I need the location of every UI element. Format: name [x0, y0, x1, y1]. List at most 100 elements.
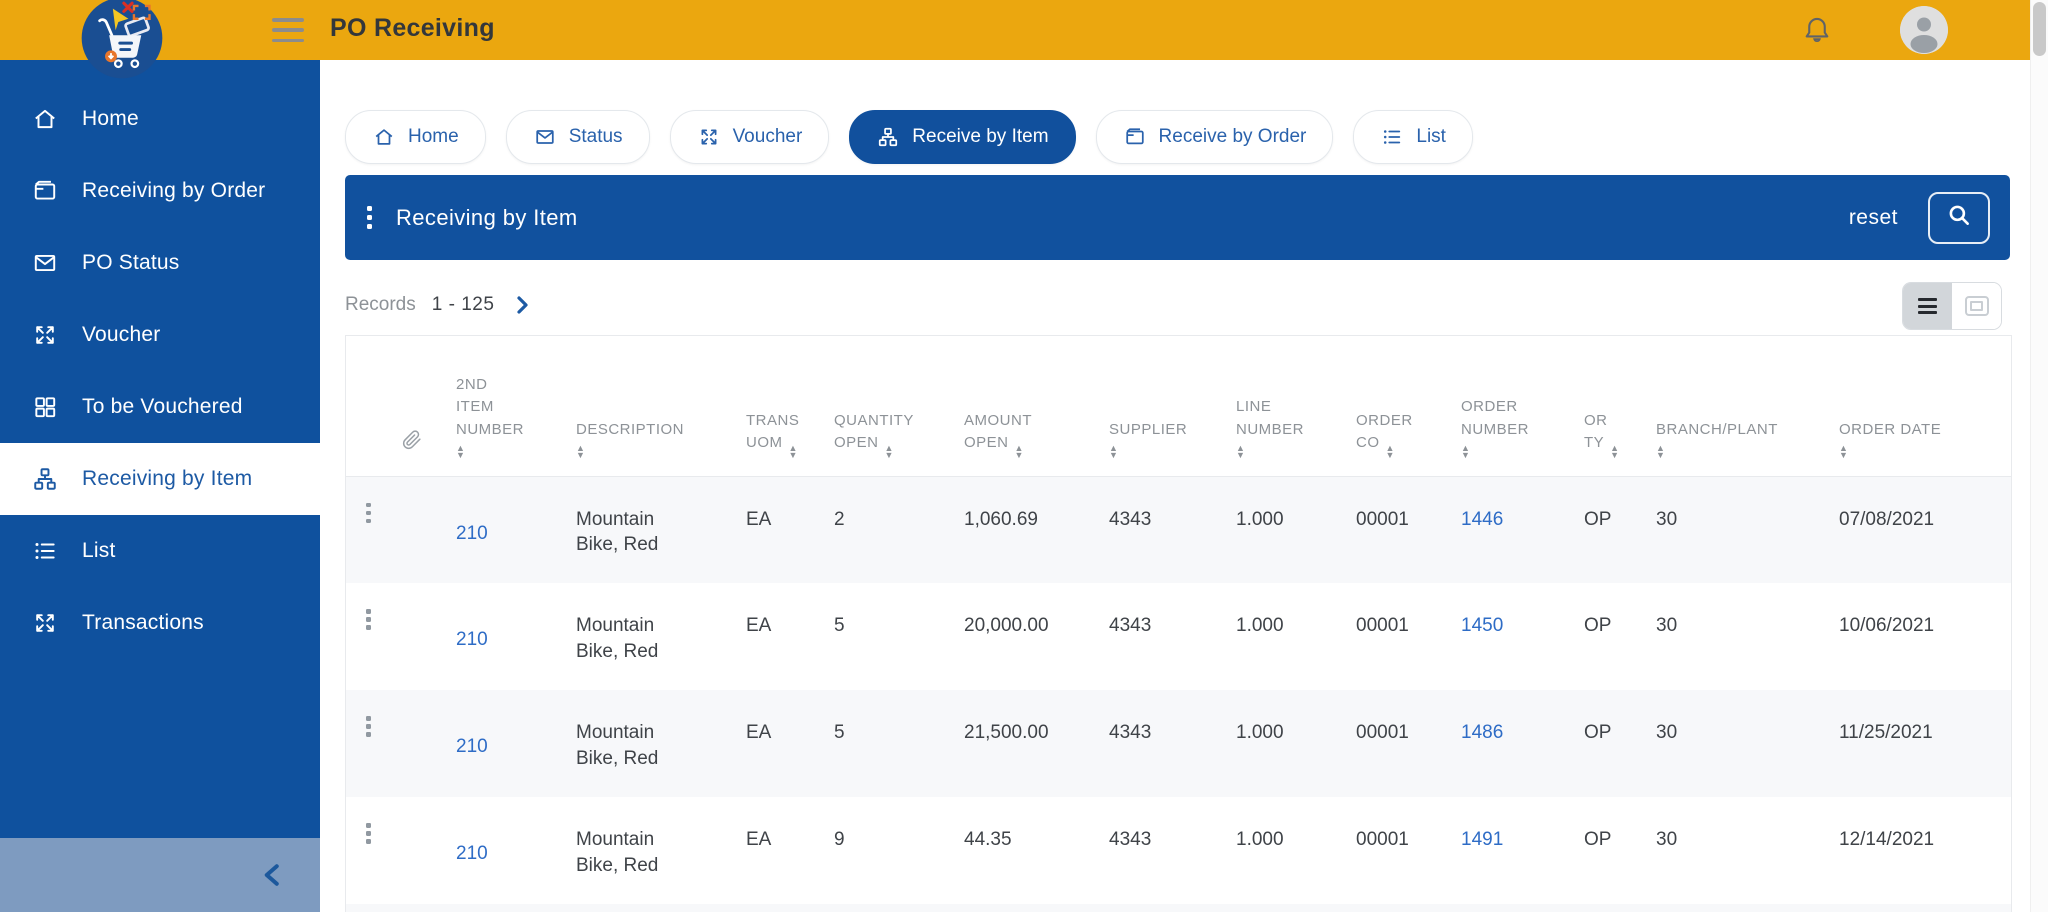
sort-icon[interactable]: ▲ ▼: [885, 444, 894, 460]
receiving-table: 2ND ITEM NUMBER ▲ ▼ DESCRIPTION ▲ ▼ TRANS UO…: [345, 335, 2012, 912]
list-view-icon: [1918, 298, 1937, 314]
quantity-open-cell: 2: [834, 508, 845, 530]
tab-list[interactable]: List: [1353, 110, 1473, 164]
tab-voucher[interactable]: Voucher: [669, 110, 830, 164]
reset-button[interactable]: reset: [1849, 206, 1898, 230]
row-kebab-menu-icon[interactable]: [366, 823, 436, 844]
panel-kebab-menu-icon[interactable]: [367, 206, 372, 229]
item-number-link[interactable]: 210: [456, 843, 488, 864]
sidebar-item-receiving-by-order[interactable]: Receiving by Order: [0, 155, 320, 227]
app-title: PO Receiving: [330, 14, 495, 42]
wallet-icon: [1123, 125, 1147, 149]
sidebar-item-to-be-vouchered[interactable]: To be Vouchered: [0, 371, 320, 443]
column-header-quantity-open[interactable]: QUANTITY OPEN ▲ ▼: [834, 336, 964, 477]
quantity-open-cell: 9: [834, 829, 845, 850]
table-row: 210 Mountain Bike, Red EA 5 20,000.00 43…: [346, 583, 2011, 690]
sidebar-item-label: Home: [82, 107, 139, 130]
table-header-row: 2ND ITEM NUMBER ▲ ▼ DESCRIPTION ▲ ▼ TRANS UO…: [346, 336, 2011, 477]
sidebar-item-label: Transactions: [82, 611, 204, 634]
description-cell: Mountain Bike, Red: [576, 829, 659, 876]
tab-home[interactable]: Home: [345, 110, 486, 164]
sort-icon[interactable]: ▲ ▼: [1236, 444, 1311, 460]
sidebar-item-label: Receiving by Order: [82, 179, 266, 202]
item-number-link[interactable]: 210: [456, 736, 488, 757]
sidebar-item-voucher[interactable]: Voucher: [0, 299, 320, 371]
supplier-cell: 4343: [1109, 615, 1152, 636]
tab-receive-by-item[interactable]: Receive by Item: [849, 110, 1076, 164]
sort-icon[interactable]: ▲ ▼: [1386, 444, 1395, 460]
column-header-or-ty[interactable]: OR TY ▲ ▼: [1584, 336, 1656, 477]
sort-icon[interactable]: ▲ ▼: [1839, 444, 1951, 460]
sidebar-item-home[interactable]: Home: [0, 83, 320, 155]
column-header-branch-plant[interactable]: BRANCH/PLANT ▲ ▼: [1656, 336, 1839, 477]
partial-next-row: [346, 904, 2011, 912]
tab-label: Status: [568, 126, 623, 147]
column-header-supplier[interactable]: SUPPLIER ▲ ▼: [1109, 336, 1236, 477]
column-header-amount-open[interactable]: AMOUNT OPEN ▲ ▼: [964, 336, 1109, 477]
app-logo-cart-icon[interactable]: [78, 0, 166, 82]
panel-title: Receiving by Item: [396, 204, 578, 230]
next-page-chevron-icon[interactable]: [510, 293, 534, 317]
row-kebab-menu-icon[interactable]: [366, 716, 436, 737]
home-icon: [372, 125, 396, 149]
sidebar-item-transactions[interactable]: Transactions: [0, 587, 320, 659]
sort-icon[interactable]: ▲ ▼: [1015, 444, 1024, 460]
paperclip-icon: [346, 430, 422, 456]
sort-icon[interactable]: ▲ ▼: [1610, 444, 1619, 460]
order-number-link[interactable]: 1446: [1461, 509, 1503, 530]
order-number-link[interactable]: 1491: [1461, 829, 1503, 850]
item-number-link[interactable]: 210: [456, 523, 488, 544]
page-scrollbar: [2030, 0, 2048, 912]
card-view-button[interactable]: [1952, 283, 2001, 329]
sort-icon[interactable]: ▲ ▼: [1656, 444, 1784, 460]
amount-open-cell: 21,500.00: [964, 722, 1049, 743]
uom-cell: EA: [746, 722, 772, 743]
tab-receive-by-order[interactable]: Receive by Order: [1095, 110, 1334, 164]
tab-label: Home: [408, 126, 459, 147]
item-number-link[interactable]: 210: [456, 629, 488, 650]
line-number-cell: 1.000: [1236, 722, 1284, 743]
envelope-icon: [30, 248, 60, 278]
column-header-order-co[interactable]: ORDER CO ▲ ▼: [1356, 336, 1461, 477]
sidebar-item-po-status[interactable]: PO Status: [0, 227, 320, 299]
or-ty-cell: OP: [1584, 829, 1612, 850]
table-row: 210 Mountain Bike, Red EA 2 1,060.69 434…: [346, 476, 2011, 583]
row-kebab-menu-icon[interactable]: [366, 502, 436, 523]
or-ty-cell: OP: [1584, 508, 1612, 530]
sort-icon[interactable]: ▲ ▼: [789, 444, 798, 460]
column-header-description[interactable]: DESCRIPTION ▲ ▼: [576, 336, 746, 477]
column-header-2nd-item-number[interactable]: 2ND ITEM NUMBER ▲ ▼: [456, 336, 576, 477]
branch-plant-cell: 30: [1656, 508, 1678, 530]
expand-arrows-icon: [30, 608, 60, 638]
column-header-line-number[interactable]: LINE NUMBER ▲ ▼: [1236, 336, 1356, 477]
tab-status[interactable]: Status: [505, 110, 650, 164]
grid-icon: [30, 392, 60, 422]
records-pager: Records 1 - 125: [345, 282, 534, 328]
notifications-bell-icon[interactable]: [1802, 15, 1832, 47]
menu-hamburger-icon[interactable]: [272, 18, 304, 42]
sort-icon[interactable]: ▲ ▼: [456, 444, 526, 460]
expand-arrows-icon: [697, 125, 721, 149]
row-kebab-menu-icon[interactable]: [366, 609, 436, 630]
search-button[interactable]: [1928, 191, 1990, 244]
column-header-order-date[interactable]: ORDER DATE ▲ ▼: [1839, 336, 2011, 477]
scrollbar-thumb[interactable]: [2033, 2, 2046, 56]
user-avatar[interactable]: [1900, 6, 1948, 54]
sort-icon[interactable]: ▲ ▼: [576, 444, 686, 460]
order-number-link[interactable]: 1450: [1461, 615, 1503, 636]
column-header-trans-uom[interactable]: TRANS UOM ▲ ▼: [746, 336, 834, 477]
column-header-order-number[interactable]: ORDER NUMBER ▲ ▼: [1461, 336, 1584, 477]
branch-plant-cell: 30: [1656, 829, 1678, 850]
tab-label: Receive by Item: [912, 126, 1049, 147]
sidebar-item-receiving-by-item[interactable]: Receiving by Item: [0, 443, 320, 515]
sort-icon[interactable]: ▲ ▼: [1109, 444, 1196, 460]
order-number-link[interactable]: 1486: [1461, 722, 1503, 743]
sidebar-collapse-chevron-icon[interactable]: [258, 860, 288, 890]
uom-cell: EA: [746, 508, 772, 530]
list-view-button[interactable]: [1903, 283, 1952, 329]
or-ty-cell: OP: [1584, 615, 1612, 636]
sidebar-item-list[interactable]: List: [0, 515, 320, 587]
po-receiving-app: PO Receiving Home Receiving by Order PO …: [0, 0, 2048, 912]
records-range: 1 - 125: [431, 294, 495, 315]
sort-icon[interactable]: ▲ ▼: [1461, 444, 1534, 460]
